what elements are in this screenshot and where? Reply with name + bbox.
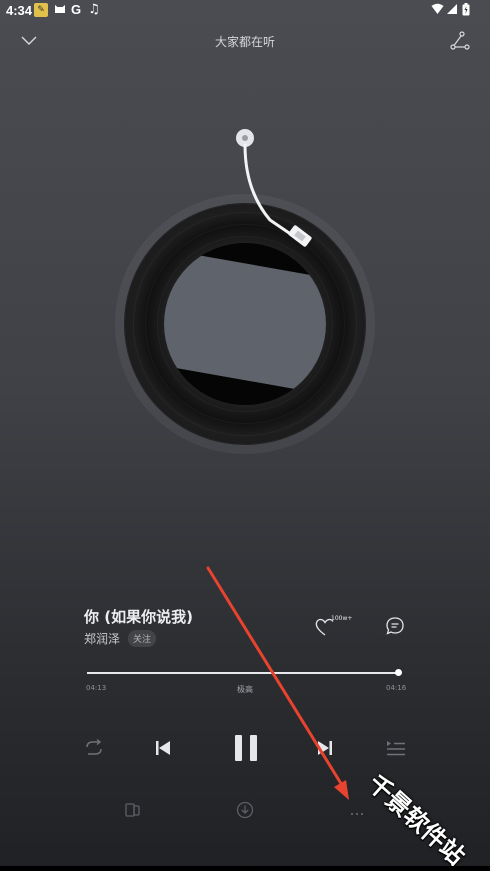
progress-knob[interactable] [394, 669, 402, 676]
battery-icon [459, 3, 473, 17]
pause-icon [235, 735, 257, 761]
next-icon [318, 741, 332, 755]
device-button[interactable] [120, 797, 146, 823]
follow-button[interactable]: 关注 [128, 630, 157, 647]
playlist-icon [387, 741, 405, 756]
like-button[interactable]: 100w+ [314, 613, 356, 639]
phone-icon [125, 803, 140, 817]
more-button[interactable] [344, 797, 370, 823]
cat-icon [53, 3, 67, 17]
nav-bar [0, 866, 490, 871]
repeat-button[interactable] [81, 735, 107, 761]
total-time: 04:16 [386, 684, 407, 692]
progress-fill [87, 672, 398, 674]
quality-label[interactable]: 极高 [0, 684, 490, 695]
share-icon [450, 31, 470, 50]
download-button[interactable] [232, 797, 258, 823]
google-icon: G [70, 2, 82, 17]
next-button[interactable] [312, 735, 338, 761]
comment-icon [386, 617, 404, 635]
repeat-icon [86, 738, 102, 755]
more-icon [351, 813, 363, 815]
pause-button[interactable] [228, 730, 264, 766]
likes-count: 100w+ [331, 615, 353, 622]
share-button[interactable] [447, 28, 473, 54]
watermark: 千景软件站 [362, 769, 471, 871]
status-time: 4:34 [6, 3, 33, 18]
album-cover [164, 243, 326, 405]
signal-icon [445, 3, 459, 17]
previous-button[interactable] [150, 735, 176, 761]
artist-name[interactable]: 郑润泽 [84, 630, 120, 647]
artist-row: 郑润泽 关注 [84, 630, 157, 647]
tonearm [236, 129, 312, 247]
page-title: 大家都在听 [214, 35, 275, 49]
progress-bar[interactable] [87, 669, 402, 676]
status-bar: 4:34 ✎ G ♫ [0, 0, 490, 22]
comment-button[interactable] [382, 613, 408, 639]
wifi-icon [430, 3, 444, 17]
notification-icon: ✎ [34, 3, 48, 17]
playlist-button[interactable] [383, 735, 409, 761]
song-title: 你 (如果你说我) [84, 608, 193, 626]
previous-icon [156, 741, 170, 755]
music-note-icon: ♫ [88, 2, 100, 17]
album-cover-art [164, 247, 326, 398]
download-icon [236, 801, 254, 819]
